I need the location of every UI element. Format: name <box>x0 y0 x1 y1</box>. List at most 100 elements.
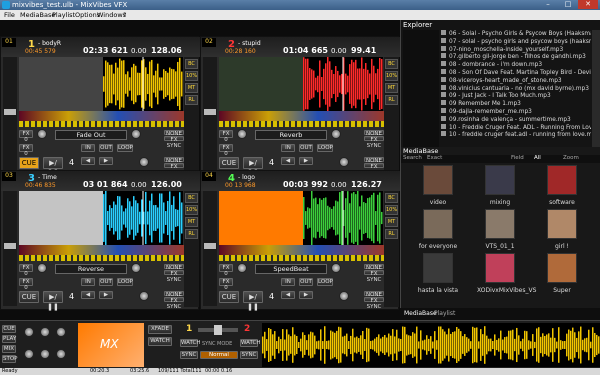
fx-knob[interactable] <box>237 129 247 139</box>
gain-knob[interactable] <box>339 157 349 167</box>
percent-button[interactable]: 10% <box>385 205 398 215</box>
file-list-item[interactable]: 09 - Just Jack - I Talk Too Much.mp3 <box>441 92 591 100</box>
low-knob[interactable] <box>24 349 34 359</box>
loop-double-button[interactable]: ▶ <box>299 157 313 165</box>
effect-amount-knob[interactable] <box>131 263 141 273</box>
crossfader-handle[interactable] <box>214 325 222 335</box>
effect-select[interactable]: SpeedBeat <box>255 264 327 274</box>
effect-amount-knob[interactable] <box>331 129 341 139</box>
menu-file[interactable]: File <box>4 11 15 19</box>
fx-sync-button[interactable]: FX SYNC <box>364 136 384 149</box>
effect-amount-knob[interactable] <box>331 263 341 273</box>
in-button[interactable]: IN <box>281 278 295 286</box>
file-list-item[interactable]: 09-dajla-remember_me.mp3 <box>441 107 591 116</box>
file-list-item[interactable]: 08 - dombrance - i'm down.mp3 <box>441 61 591 69</box>
explorer-scrollbar[interactable] <box>592 30 600 147</box>
play-pause-button[interactable]: ▶/❚❚ <box>43 291 63 311</box>
media-tile[interactable]: for everyone <box>415 209 457 255</box>
percent-button[interactable]: 10% <box>185 205 198 215</box>
pitch-slider[interactable] <box>3 57 17 172</box>
bc-button[interactable]: BC <box>185 59 198 69</box>
deck-waveform[interactable] <box>303 191 383 245</box>
rl-button[interactable]: RL <box>385 229 398 239</box>
loop-double-button[interactable]: ▶ <box>99 291 113 299</box>
xfade-button[interactable]: XFADE <box>148 325 172 334</box>
folder-tree[interactable] <box>403 30 439 147</box>
cue-button[interactable]: CUE <box>219 291 239 303</box>
fx-sync-button-2[interactable]: FX SYNC <box>364 297 384 310</box>
rl-button[interactable]: RL <box>185 95 198 105</box>
pitch-slider-handle[interactable] <box>4 243 16 249</box>
track-overview[interactable] <box>19 111 184 121</box>
out-button[interactable]: OUT <box>99 144 113 152</box>
cue-button[interactable]: CUE <box>219 157 239 169</box>
pitch-slider[interactable] <box>3 191 17 306</box>
none-button-2[interactable]: NONE <box>364 157 384 164</box>
in-button[interactable]: IN <box>81 144 95 152</box>
effect-select[interactable]: Reverb <box>255 130 327 140</box>
media-tile[interactable]: VTS_01_1 <box>477 209 517 255</box>
file-list-item[interactable]: 08.vinicius cantuaria - no (mx david byr… <box>441 84 591 93</box>
loop-half-button[interactable]: ◀ <box>81 291 95 299</box>
sync-deck1-button[interactable]: SYNC <box>180 351 198 359</box>
deck-waveform[interactable] <box>103 191 183 245</box>
loop-button[interactable]: LOOP <box>317 278 333 286</box>
media-tile[interactable]: video <box>415 165 455 211</box>
cue-button[interactable]: CUE <box>2 325 16 333</box>
mix-button[interactable]: MIX <box>2 345 16 353</box>
play-pause-button[interactable]: ▶/❚❚ <box>243 291 263 311</box>
filter-knob[interactable] <box>40 327 50 337</box>
sync-mode-select[interactable]: Normal <box>200 351 238 359</box>
file-list-item[interactable]: 08-viceroys-heart_made_of_stone.mp3 <box>441 76 591 85</box>
bc-button[interactable]: BC <box>385 193 398 203</box>
media-tile[interactable]: hasta la vista <box>415 253 458 299</box>
file-list-item[interactable]: 09 Remember Me 1.mp3 <box>441 100 591 108</box>
maximize-button[interactable]: □ <box>558 0 578 9</box>
fx-sync-button-2[interactable]: FX SYNC <box>164 297 184 310</box>
field-select[interactable]: All <box>534 155 541 161</box>
media-tile[interactable]: Super <box>539 253 579 299</box>
pitch-slider[interactable] <box>203 57 217 172</box>
file-list-item[interactable]: 08 - Son Of Dave Feat. Martina Topley Bi… <box>441 68 591 77</box>
effect-amount-knob[interactable] <box>131 129 141 139</box>
stop-button[interactable]: STOP <box>2 355 18 363</box>
menu-playlist[interactable]: Playlist <box>52 11 75 19</box>
bc-button[interactable]: BC <box>385 59 398 69</box>
pitch-slider[interactable] <box>203 191 217 306</box>
gain-knob[interactable] <box>24 327 34 337</box>
gain-knob[interactable] <box>139 291 149 301</box>
none-button[interactable]: NONE <box>364 130 384 137</box>
none-button[interactable]: NONE <box>364 264 384 271</box>
none-button[interactable]: NONE <box>164 130 184 137</box>
rl-button[interactable]: RL <box>185 229 198 239</box>
percent-button[interactable]: 10% <box>185 71 198 81</box>
loop-button[interactable]: LOOP <box>317 144 333 152</box>
mt-button[interactable]: MT <box>185 217 198 227</box>
deck-waveform[interactable] <box>103 57 183 111</box>
fx-button-2[interactable]: FX 0 <box>19 278 33 291</box>
loop-half-button[interactable]: ◀ <box>281 157 295 165</box>
in-button[interactable]: IN <box>81 278 95 286</box>
fx-button-2[interactable]: FX 0 <box>219 144 233 157</box>
effect-select[interactable]: Reverse <box>55 264 127 274</box>
fx-knob[interactable] <box>237 263 247 273</box>
file-list-item[interactable]: 09.rosinha de valença - summertime.mp3 <box>441 115 591 124</box>
percent-button[interactable]: 10% <box>385 71 398 81</box>
high-knob[interactable] <box>56 349 66 359</box>
out-button[interactable]: OUT <box>99 278 113 286</box>
file-list-item[interactable]: 07-nino_moschella-inside_yourself.mp3 <box>441 45 591 54</box>
none-button-2[interactable]: NONE <box>164 157 184 164</box>
menu-help[interactable]: ? <box>123 11 126 19</box>
fx-knob[interactable] <box>37 263 47 273</box>
track-overview[interactable] <box>219 245 384 255</box>
in-button[interactable]: IN <box>281 144 295 152</box>
pitch-slider-handle[interactable] <box>4 109 16 115</box>
volume-knob[interactable] <box>56 327 66 337</box>
fx-knob[interactable] <box>37 129 47 139</box>
watch-deck1-button[interactable]: WATCH <box>180 339 201 347</box>
loop-double-button[interactable]: ▶ <box>99 157 113 165</box>
mt-button[interactable]: MT <box>385 83 398 93</box>
bc-button[interactable]: BC <box>185 193 198 203</box>
fx-sync-button-2[interactable]: FX SYNC <box>364 163 384 176</box>
fx-button-2[interactable]: FX 0 <box>219 278 233 291</box>
